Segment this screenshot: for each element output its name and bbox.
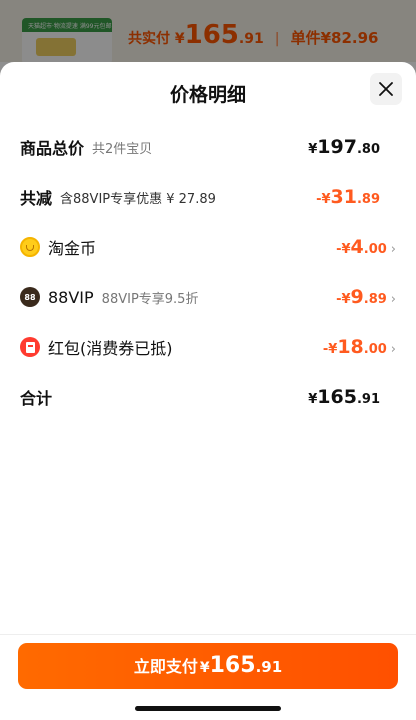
background-total-price: 共实付 ¥165.91 | 单件¥82.96 — [128, 20, 379, 50]
red-packet-row[interactable]: 红包(消费券已抵) -¥ 18.00 › — [20, 333, 396, 361]
goods-total-row: 商品总价 共2件宝贝 ¥197.80 — [20, 133, 396, 161]
background-order-header: 天猫超市·物流提速 满99元包邮 共实付 ¥165.91 | 单件¥82.96 — [0, 0, 416, 64]
pay-now-label: 立即支付 — [133, 657, 198, 676]
taojin-coin-amount: -¥ 4.00 › — [336, 236, 396, 258]
vip-88-icon: 88 — [20, 287, 40, 307]
vip-amount: -¥ 9.89 › — [336, 286, 396, 308]
home-indicator[interactable] — [135, 706, 281, 711]
chevron-right-icon: › — [390, 342, 396, 357]
vip-row[interactable]: 88 88VIP 88VIP专享9.5折 -¥ 9.89 › — [20, 283, 396, 311]
total-dec: .91 — [238, 31, 264, 47]
red-packet-amount: -¥ 18.00 › — [322, 336, 396, 358]
taojin-coin-label: 淘金币 — [48, 239, 97, 258]
pay-currency: ¥ — [199, 660, 210, 676]
unit-label: 单件 — [290, 29, 321, 47]
price-detail-sheet: 价格明细 商品总价 共2件宝贝 ¥197.80 共减 含88VIP专享优惠 ¥ … — [0, 62, 416, 720]
sum-amount: ¥165.91 — [308, 386, 380, 408]
discount-detail: 含88VIP专享优惠 ¥ 27.89 — [60, 191, 216, 207]
sum-row: 合计 ¥165.91 — [20, 383, 396, 411]
discount-row: 共减 含88VIP专享优惠 ¥ 27.89 -¥ 31.89 — [20, 183, 396, 211]
taojin-coin-row[interactable]: 淘金币 -¥ 4.00 › — [20, 233, 396, 261]
sheet-title: 价格明细 — [169, 84, 246, 106]
chevron-right-icon: › — [390, 292, 396, 307]
red-packet-icon — [20, 337, 40, 357]
chevron-right-icon: › — [390, 242, 396, 257]
goods-total-label: 商品总价 — [20, 139, 85, 158]
unit-price: ¥82.96 — [320, 29, 379, 47]
product-thumbnail: 天猫超市·物流提速 满99元包邮 — [22, 18, 112, 64]
pay-int: 165 — [209, 653, 256, 678]
red-packet-label: 红包(消费券已抵) — [48, 339, 173, 358]
close-icon — [379, 82, 393, 96]
close-button[interactable] — [370, 73, 402, 105]
total-label: 共实付 — [128, 31, 170, 47]
total-currency: ¥ — [174, 31, 185, 47]
sum-label: 合计 — [20, 389, 53, 408]
pay-dec: .91 — [255, 658, 283, 676]
product-image — [36, 38, 76, 56]
vip-label: 88VIP — [48, 287, 94, 307]
total-int: 165 — [184, 20, 239, 50]
discount-amount: -¥ 31.89 — [316, 186, 380, 208]
coin-icon — [20, 237, 40, 257]
price-separator: | — [274, 31, 280, 47]
goods-count: 共2件宝贝 — [92, 141, 153, 157]
pay-now-button[interactable]: 立即支付 ¥165.91 — [18, 643, 398, 689]
goods-total-amount: ¥197.80 — [308, 136, 380, 158]
thumbnail-banner: 天猫超市·物流提速 满99元包邮 — [22, 18, 112, 32]
vip-detail: 88VIP专享9.5折 — [101, 291, 199, 307]
discount-label: 共减 — [20, 189, 53, 208]
footer-divider — [0, 634, 416, 635]
